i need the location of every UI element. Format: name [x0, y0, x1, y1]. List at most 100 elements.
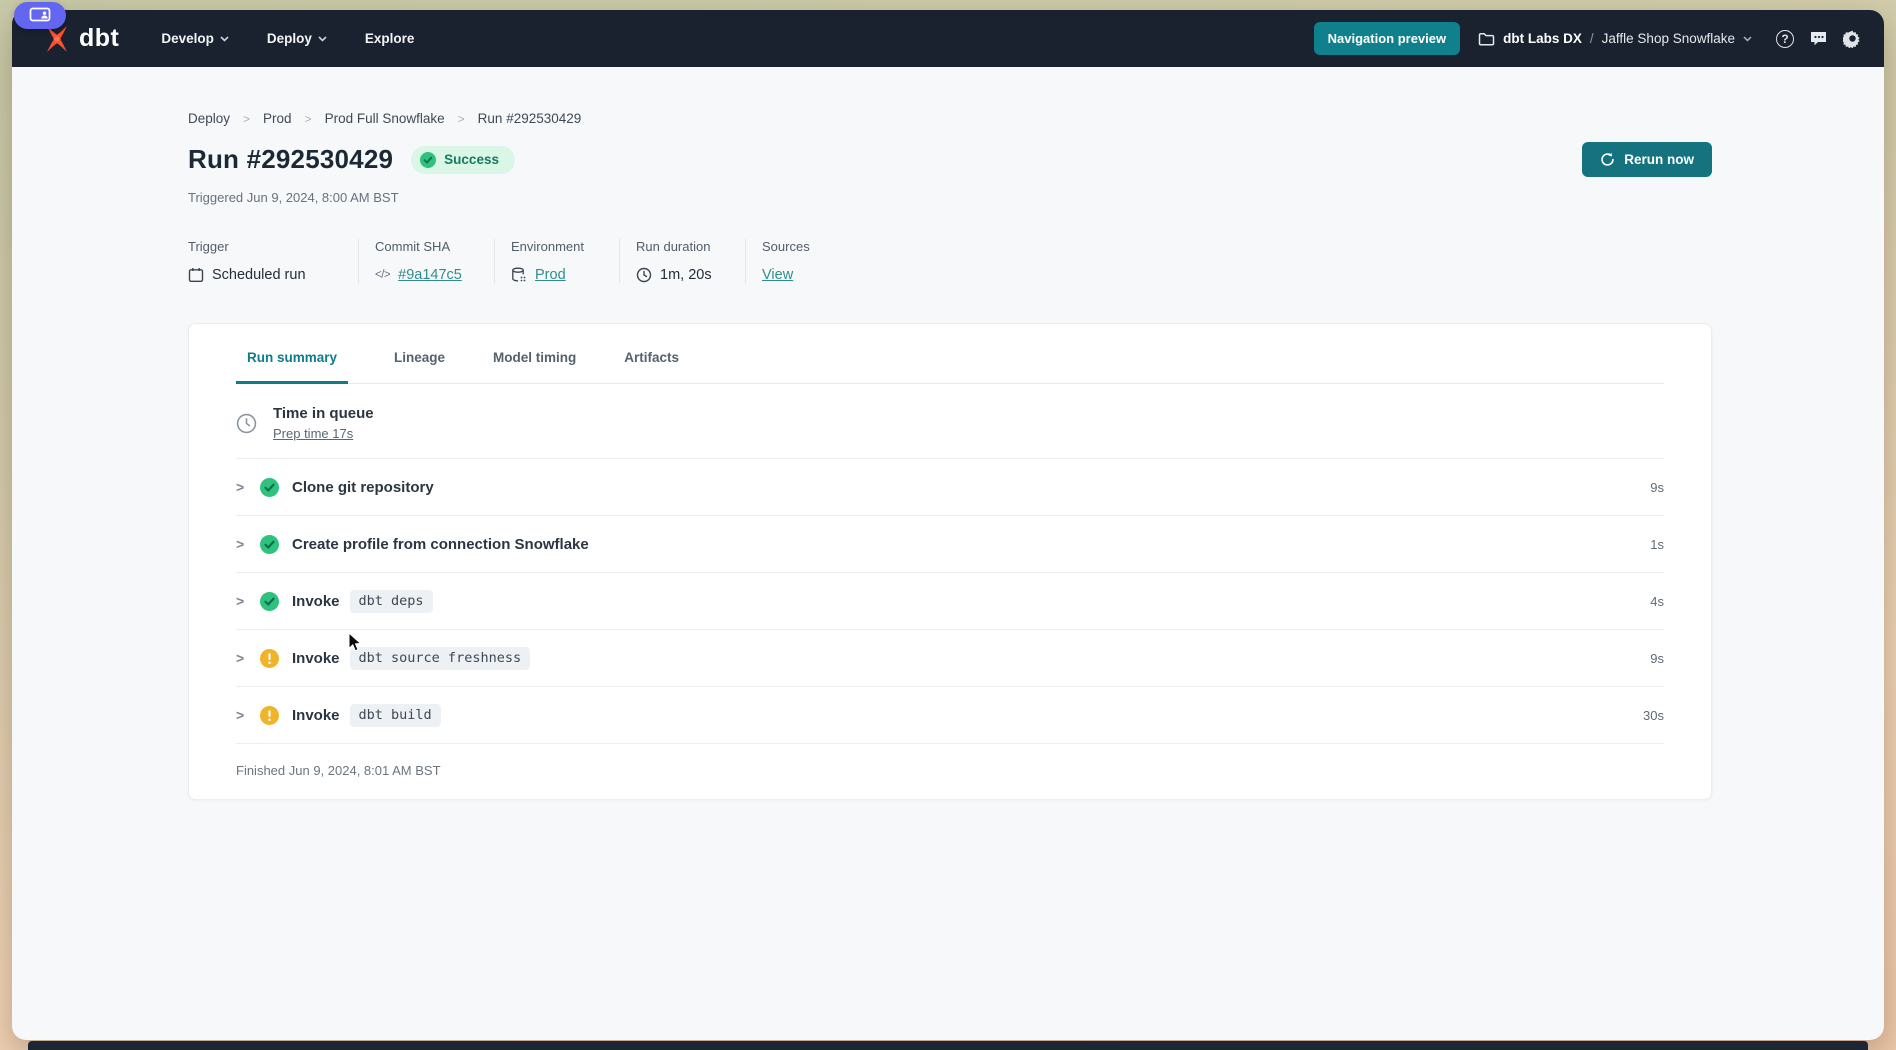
page-title: Run #292530429 [188, 144, 393, 175]
account-breadcrumb[interactable]: dbt Labs DX / Jaffle Shop Snowflake [1478, 31, 1752, 46]
menu-explore[interactable]: Explore [365, 31, 415, 46]
success-icon [260, 592, 279, 611]
breadcrumb-prod[interactable]: Prod [263, 111, 292, 126]
sources-view-link[interactable]: View [762, 267, 793, 283]
triggered-timestamp: Triggered Jun 9, 2024, 8:00 AM BST [188, 190, 1712, 205]
warning-icon [260, 649, 279, 668]
prep-time-link[interactable]: Prep time 17s [273, 426, 374, 441]
step-row-source-freshness[interactable]: > Invoke dbt source freshness 9s [236, 630, 1664, 687]
tab-artifacts[interactable]: Artifacts [622, 350, 681, 384]
dbt-logo-text: dbt [79, 24, 119, 53]
refresh-icon [1600, 152, 1615, 167]
step-label: Invoke [292, 707, 340, 724]
step-row-dbt-build[interactable]: > Invoke dbt build 30s [236, 687, 1664, 744]
run-summary-card: Run summary Lineage Model timing Artifac… [188, 323, 1712, 800]
step-row-clone-git[interactable]: > Clone git repository 9s [236, 459, 1664, 516]
meta-trigger-label: Trigger [188, 239, 342, 254]
commit-sha-link[interactable]: #9a147c5 [398, 267, 462, 283]
success-icon [260, 535, 279, 554]
step-duration: 9s [1650, 651, 1664, 666]
step-command-chip: dbt source freshness [350, 647, 531, 670]
chevron-down-icon [220, 36, 229, 42]
expand-chevron-icon[interactable]: > [236, 593, 256, 609]
account-name: dbt Labs DX [1503, 31, 1582, 46]
expand-chevron-icon[interactable]: > [236, 536, 256, 552]
meta-duration-label: Run duration [636, 239, 729, 254]
database-icon [511, 267, 527, 283]
finished-timestamp: Finished Jun 9, 2024, 8:01 AM BST [236, 744, 1664, 799]
folder-icon [1478, 32, 1495, 46]
step-duration: 4s [1650, 594, 1664, 609]
navigation-preview-button[interactable]: Navigation preview [1314, 22, 1460, 55]
step-label: Invoke [292, 593, 340, 610]
run-detail-page: Deploy > Prod > Prod Full Snowflake > Ru… [188, 67, 1712, 800]
meta-commit-sha: Commit SHA </> #9a147c5 [358, 239, 494, 283]
main-menu: Develop Deploy Explore [161, 31, 414, 46]
tab-model-timing[interactable]: Model timing [491, 350, 578, 384]
expand-chevron-icon[interactable]: > [236, 650, 256, 666]
step-duration: 1s [1650, 537, 1664, 552]
time-in-queue-title: Time in queue [273, 405, 374, 422]
menu-deploy-label: Deploy [267, 31, 312, 46]
tab-run-summary[interactable]: Run summary [236, 350, 348, 384]
status-badge: Success [411, 146, 515, 174]
expand-chevron-icon[interactable]: > [236, 479, 256, 495]
clock-icon [636, 267, 652, 283]
breadcrumb-separator: > [243, 112, 250, 126]
menu-explore-label: Explore [365, 31, 415, 46]
help-icon[interactable]: ? [1776, 30, 1794, 48]
step-label: Create profile from connection Snowflake [292, 536, 589, 553]
code-icon: </> [375, 269, 390, 281]
top-navigation-bar: dbt Develop Deploy Explore Navigation pr… [12, 10, 1884, 67]
tab-lineage[interactable]: Lineage [392, 350, 447, 384]
chevron-down-icon [318, 36, 327, 42]
menu-deploy[interactable]: Deploy [267, 31, 327, 46]
status-badge-label: Success [444, 152, 499, 167]
warning-icon [260, 706, 279, 725]
screen-share-badge [14, 2, 66, 29]
top-nav-icons: ? [1776, 29, 1862, 48]
app-window: dbt Develop Deploy Explore Navigation pr… [12, 10, 1884, 1040]
meta-trigger-value: Scheduled run [212, 267, 306, 283]
time-in-queue-row: Time in queue Prep time 17s [236, 384, 1664, 459]
background-window-edge [28, 1041, 1868, 1050]
queue-clock-icon [236, 413, 257, 434]
breadcrumb-separator: > [458, 112, 465, 126]
meta-duration-value: 1m, 20s [660, 267, 712, 283]
chevron-down-icon [1743, 36, 1752, 42]
step-row-create-profile[interactable]: > Create profile from connection Snowfla… [236, 516, 1664, 573]
project-name: Jaffle Shop Snowflake [1602, 31, 1735, 46]
top-nav-right: Navigation preview dbt Labs DX / Jaffle … [1314, 22, 1862, 55]
breadcrumb-job[interactable]: Prod Full Snowflake [325, 111, 445, 126]
menu-develop[interactable]: Develop [161, 31, 229, 46]
title-row: Run #292530429 Success Rerun now [188, 142, 1712, 177]
meta-sources-label: Sources [762, 239, 829, 254]
step-label: Clone git repository [292, 479, 434, 496]
meta-trigger: Trigger Scheduled run [188, 239, 358, 283]
settings-gear-icon[interactable] [1843, 29, 1862, 48]
expand-chevron-icon[interactable]: > [236, 707, 256, 723]
environment-link[interactable]: Prod [535, 267, 566, 283]
rerun-now-label: Rerun now [1624, 152, 1694, 167]
step-label: Invoke [292, 650, 340, 667]
calendar-icon [188, 267, 204, 283]
screen-user-icon [29, 7, 51, 24]
step-duration: 9s [1650, 480, 1664, 495]
success-check-icon [420, 152, 436, 168]
menu-develop-label: Develop [161, 31, 214, 46]
meta-sources: Sources View [745, 239, 845, 283]
step-command-chip: dbt deps [350, 590, 433, 613]
success-icon [260, 478, 279, 497]
breadcrumb-separator: / [1590, 31, 1594, 46]
step-row-dbt-deps[interactable]: > Invoke dbt deps 4s [236, 573, 1664, 630]
breadcrumb-separator: > [305, 112, 312, 126]
breadcrumb-deploy[interactable]: Deploy [188, 111, 230, 126]
run-meta-row: Trigger Scheduled run Commit SHA </> #9a… [188, 239, 1712, 283]
rerun-now-button[interactable]: Rerun now [1582, 142, 1712, 177]
meta-commit-label: Commit SHA [375, 239, 478, 254]
meta-environment-label: Environment [511, 239, 603, 254]
meta-run-duration: Run duration 1m, 20s [619, 239, 745, 283]
breadcrumb-run[interactable]: Run #292530429 [478, 111, 582, 126]
breadcrumb: Deploy > Prod > Prod Full Snowflake > Ru… [188, 67, 1712, 126]
feedback-icon[interactable] [1809, 30, 1828, 47]
